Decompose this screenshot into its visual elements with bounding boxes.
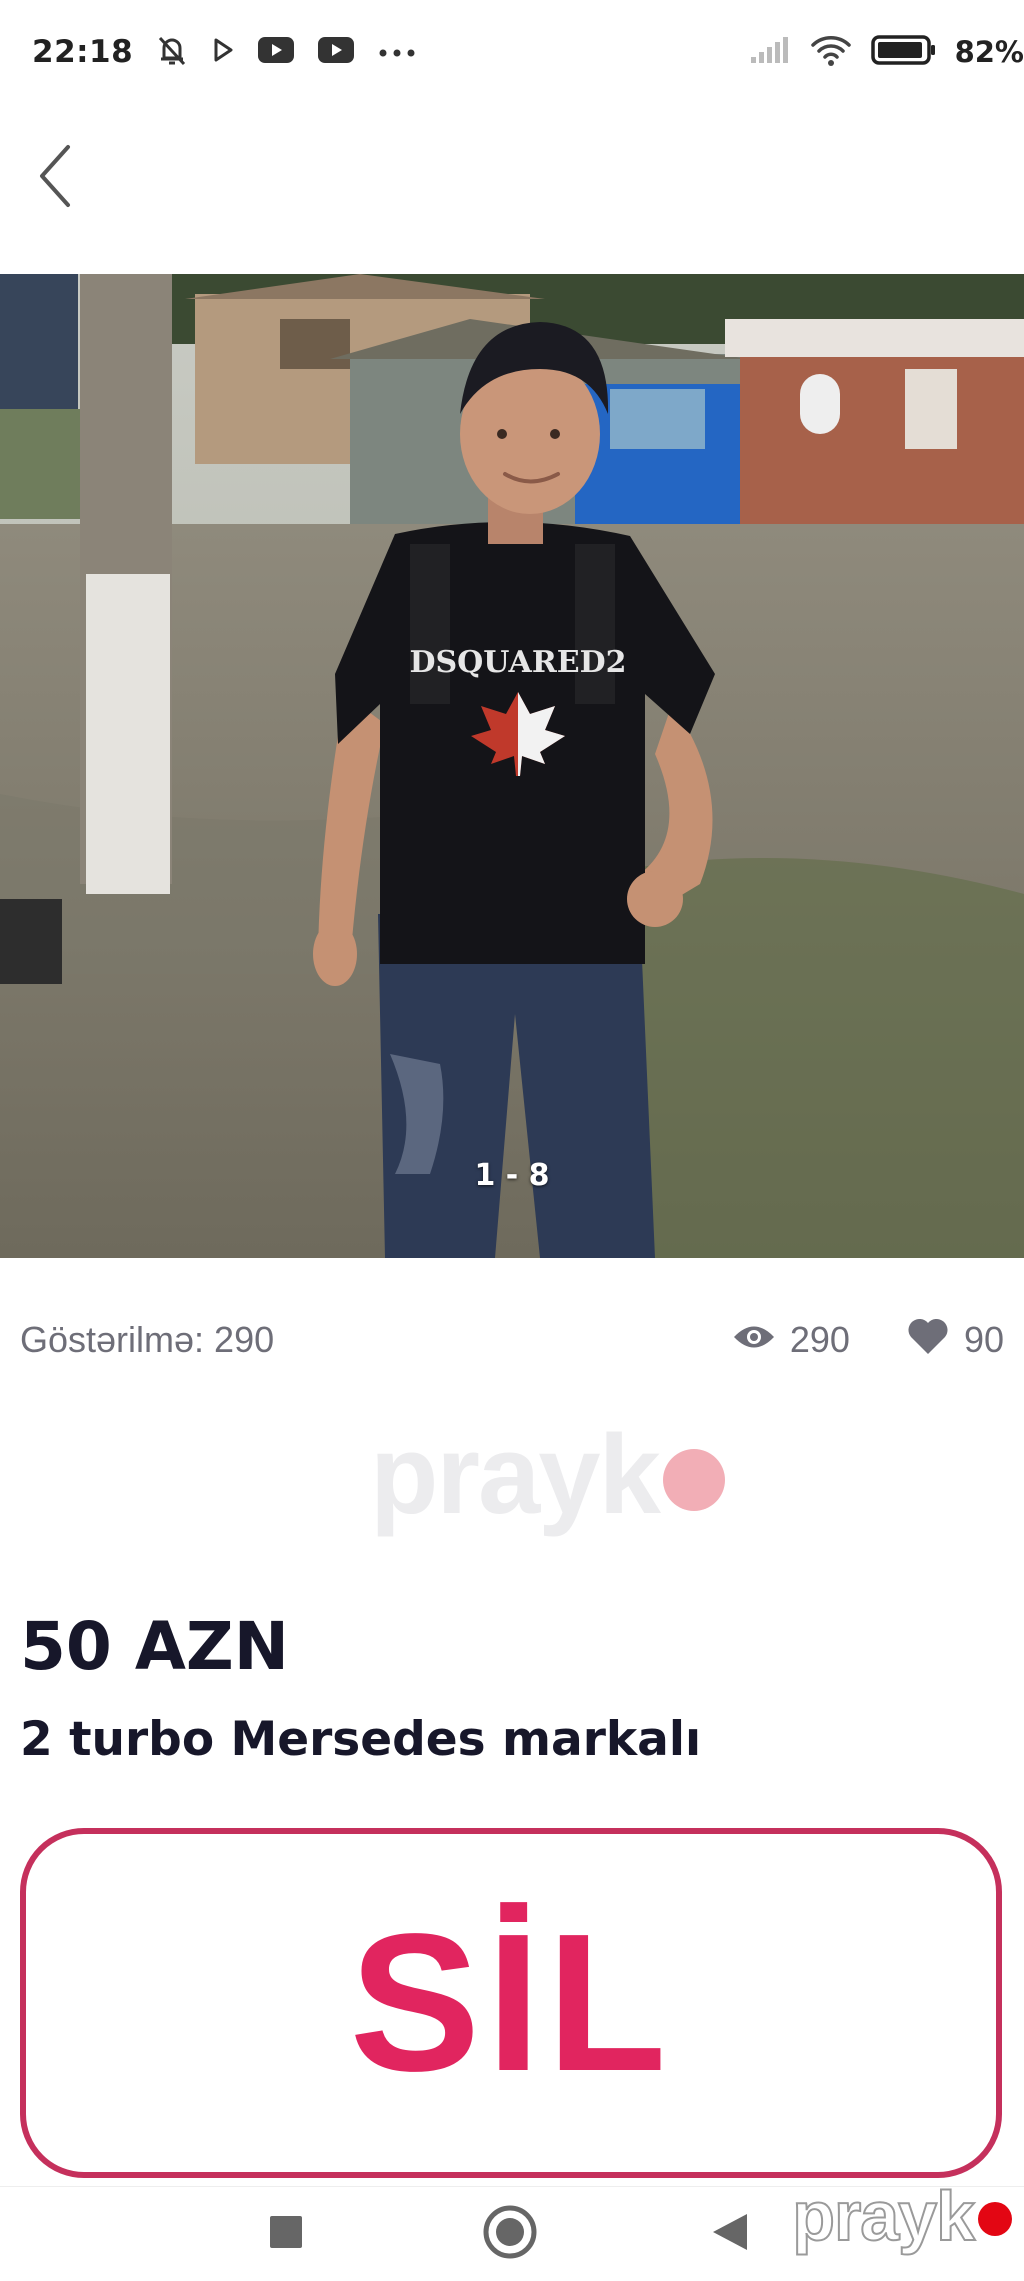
back-button[interactable] [22, 138, 88, 218]
youtube-icon [257, 36, 295, 68]
nav-back-button[interactable] [680, 2187, 780, 2281]
views-count: 290 [789, 1319, 850, 1360]
listing-title: 2 turbo Mersedes markalı [20, 1712, 702, 1767]
nav-recents-button[interactable] [236, 2187, 336, 2281]
signal-icon [749, 35, 791, 69]
delete-button-label: SİL [349, 1893, 673, 2112]
heart-icon [906, 1316, 950, 1365]
bell-off-icon [155, 33, 189, 71]
watermark-dot-icon [662, 1449, 725, 1511]
nav-watermark-text: prayk [791, 2176, 976, 2256]
shirt-logo-text: DSQUARED2 [409, 645, 626, 680]
square-icon [268, 2214, 304, 2254]
status-bar: 22:18 82% [0, 0, 1024, 104]
listing-price: 50 AZN [20, 1608, 289, 1685]
play-icon [211, 37, 235, 67]
circle-icon [482, 2204, 538, 2264]
eye-icon [732, 1319, 776, 1361]
battery-percent: 82% [954, 35, 1024, 69]
status-time: 22:18 [32, 34, 134, 70]
status-bar-right: 82% [749, 33, 1024, 71]
chevron-left-icon [35, 143, 75, 213]
watermark-text: prayk [370, 1412, 661, 1537]
wifi-icon [809, 33, 853, 71]
photo-counter: 1 - 8 [474, 1158, 550, 1193]
delete-button[interactable]: SİL [20, 1828, 1002, 2178]
nav-home-button[interactable] [460, 2187, 560, 2281]
stats-row: Göstərilmə: 290 290 90 [20, 1310, 1004, 1370]
status-bar-left: 22:18 [32, 33, 417, 71]
battery-icon [870, 34, 937, 70]
more-notifications-icon [377, 43, 417, 62]
youtube-icon [317, 36, 355, 68]
prayko-watermark: prayk [370, 1410, 725, 1540]
views-stat: 290 [732, 1319, 850, 1361]
stats-counters: 290 90 [732, 1316, 1004, 1365]
triangle-left-icon [711, 2212, 749, 2256]
likes-stat[interactable]: 90 [906, 1316, 1004, 1365]
impressions-count: Göstərilmə: 290 [20, 1319, 275, 1360]
listing-photo[interactable]: DSQUARED2 [0, 274, 1024, 1258]
nav-prayko-watermark: prayk [791, 2176, 1012, 2256]
nav-watermark-dot-icon [978, 2202, 1012, 2236]
likes-count: 90 [963, 1319, 1004, 1360]
